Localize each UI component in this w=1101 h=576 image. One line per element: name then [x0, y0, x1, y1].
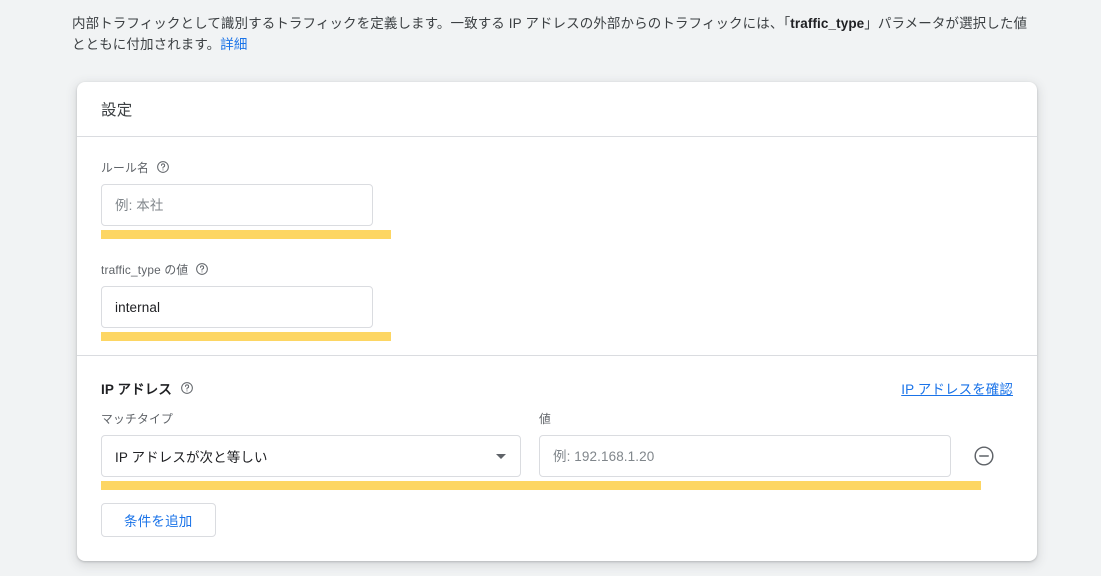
- condition-highlight-wrap: [101, 481, 1013, 490]
- card-body: ルール名 traffic_type の値: [77, 137, 1037, 355]
- traffic-type-label-row: traffic_type の値: [101, 261, 1013, 277]
- ip-value-input[interactable]: [539, 435, 951, 477]
- match-type-column: マッチタイプ IP アドレスが次と等しい: [101, 410, 521, 477]
- ip-section-title: IP アドレス: [101, 382, 172, 397]
- description-code-term: traffic_type: [790, 16, 865, 31]
- rule-name-label: ルール名: [101, 160, 149, 175]
- ip-address-section: IP アドレス IP アドレスを確認 マッチタイプ IP アドレスが次と等しい: [77, 356, 1037, 561]
- help-circle-icon[interactable]: [156, 160, 170, 174]
- rule-name-input[interactable]: [101, 184, 373, 226]
- card-header: 設定: [77, 82, 1037, 136]
- ip-section-title-group: IP アドレス: [101, 378, 194, 398]
- help-circle-icon[interactable]: [180, 381, 194, 395]
- value-label: 値: [539, 411, 551, 426]
- page-description: 内部トラフィックとして識別するトラフィックを定義します。一致する IP アドレス…: [72, 14, 1034, 55]
- learn-more-link[interactable]: 詳細: [220, 37, 247, 52]
- match-type-selected-value: IP アドレスが次と等しい: [115, 450, 268, 465]
- traffic-type-highlight-bar: [101, 332, 391, 341]
- condition-row: マッチタイプ IP アドレスが次と等しい 値: [101, 398, 1013, 477]
- match-type-label-row: マッチタイプ: [101, 410, 521, 426]
- match-type-label: マッチタイプ: [101, 411, 173, 426]
- settings-card: 設定 ルール名 traffic_type の値: [77, 82, 1037, 561]
- rule-name-field-block: ルール名: [101, 137, 1013, 239]
- help-circle-icon[interactable]: [195, 262, 209, 276]
- card-title: 設定: [101, 102, 133, 119]
- ip-section-header: IP アドレス IP アドレスを確認: [101, 356, 1013, 398]
- condition-highlight-bar: [101, 481, 981, 490]
- description-text-part1: 内部トラフィックとして識別するトラフィックを定義します。一致する IP アドレス…: [72, 16, 791, 31]
- traffic-type-label: traffic_type の値: [101, 262, 189, 277]
- traffic-type-value-input[interactable]: [101, 286, 373, 328]
- value-column: 値: [539, 410, 951, 477]
- value-label-row: 値: [539, 410, 951, 426]
- check-ip-address-link[interactable]: IP アドレスを確認: [901, 378, 1013, 398]
- minus-circle-icon[interactable]: [973, 445, 995, 467]
- match-type-select[interactable]: IP アドレスが次と等しい: [101, 435, 521, 477]
- add-condition-button[interactable]: 条件を追加: [101, 503, 216, 537]
- rule-name-label-row: ルール名: [101, 159, 1013, 175]
- rule-name-highlight-bar: [101, 230, 391, 239]
- traffic-type-field-block: traffic_type の値: [101, 239, 1013, 341]
- chevron-down-icon: [496, 454, 506, 459]
